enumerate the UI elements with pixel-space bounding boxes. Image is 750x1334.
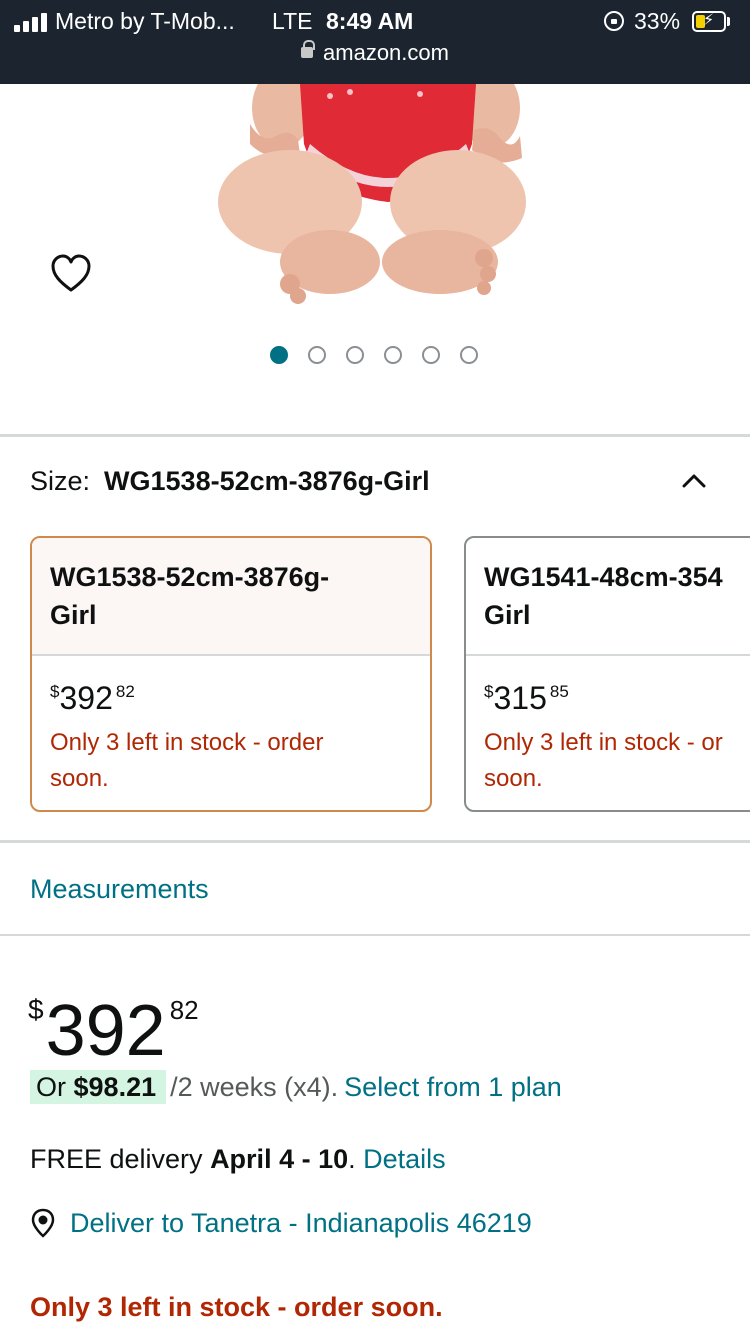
battery-percent: 33% [634, 8, 681, 34]
product-photo [218, 84, 526, 304]
rotation-lock-icon [604, 11, 624, 31]
deliver-to-link[interactable]: Deliver to Tanetra - Indianapolis 46219 [28, 1208, 532, 1240]
network-type: LTE [272, 8, 313, 34]
size-option-stock: Only 3 left in stock - order soon. [50, 729, 324, 792]
cellular-signal-icon [14, 12, 50, 32]
clock: 8:49 AM [326, 8, 414, 34]
size-selector-header[interactable]: Size: WG1538-52cm-3876g-Girl [30, 466, 430, 497]
heart-icon[interactable] [50, 254, 92, 294]
measurements-link[interactable]: Measurements [30, 874, 209, 905]
carrier-name: Metro by T-Mob... [55, 8, 235, 34]
size-selected-value: WG1538-52cm-3876g-Girl [104, 466, 430, 496]
stock-message: Only 3 left in stock - order soon. [30, 1292, 443, 1322]
product-image[interactable] [0, 84, 750, 316]
size-option-price: $315 85 [484, 680, 569, 716]
size-option-card[interactable]: WG1538-52cm-3876g- Girl $392 82 Only 3 le… [30, 536, 432, 812]
carousel-dot[interactable] [384, 346, 402, 364]
size-option-price: $392 82 [50, 680, 135, 716]
size-option-name: WG1538-52cm-3876g- Girl [32, 538, 430, 656]
installment-badge: Or $98.21 [30, 1070, 167, 1104]
product-price: $392 82 [28, 991, 199, 1071]
carousel-dot[interactable] [422, 346, 440, 364]
carousel-dot[interactable] [270, 346, 288, 364]
url-text: amazon.com [323, 40, 449, 65]
section-divider [0, 434, 750, 437]
carousel-dot[interactable] [308, 346, 326, 364]
location-pin-icon [31, 1208, 55, 1238]
delivery-date: April 4 - 10 [210, 1144, 349, 1174]
delivery-info: FREE delivery April 4 - 10. Details [30, 1144, 446, 1174]
chevron-up-icon[interactable] [682, 468, 706, 492]
battery-icon: ⚡ [692, 11, 726, 32]
address-bar[interactable]: amazon.com [0, 39, 750, 66]
installment-plan: Or $98.21/2 weeks (x4). Select from 1 pla… [30, 1070, 562, 1108]
delivery-details-link[interactable]: Details [363, 1144, 446, 1174]
select-plan-link[interactable]: Select from 1 plan [344, 1072, 562, 1102]
status-bar: Metro by T-Mob... LTE 8:49 AM 33% ⚡ amaz… [0, 0, 750, 84]
size-option-name: WG1541-48cm-354 Girl [466, 538, 750, 656]
size-option-card[interactable]: WG1541-48cm-354 Girl $315 85 Only 3 left … [464, 536, 750, 812]
section-divider [0, 840, 750, 843]
installment-period: /2 weeks (x4). [170, 1072, 339, 1102]
carousel-dot[interactable] [346, 346, 364, 364]
size-option-stock: Only 3 left in stock - or soon. [484, 729, 723, 792]
section-divider [0, 934, 750, 936]
carousel-dot[interactable] [460, 346, 478, 364]
size-label: Size: [30, 466, 91, 496]
lock-icon [301, 39, 316, 58]
